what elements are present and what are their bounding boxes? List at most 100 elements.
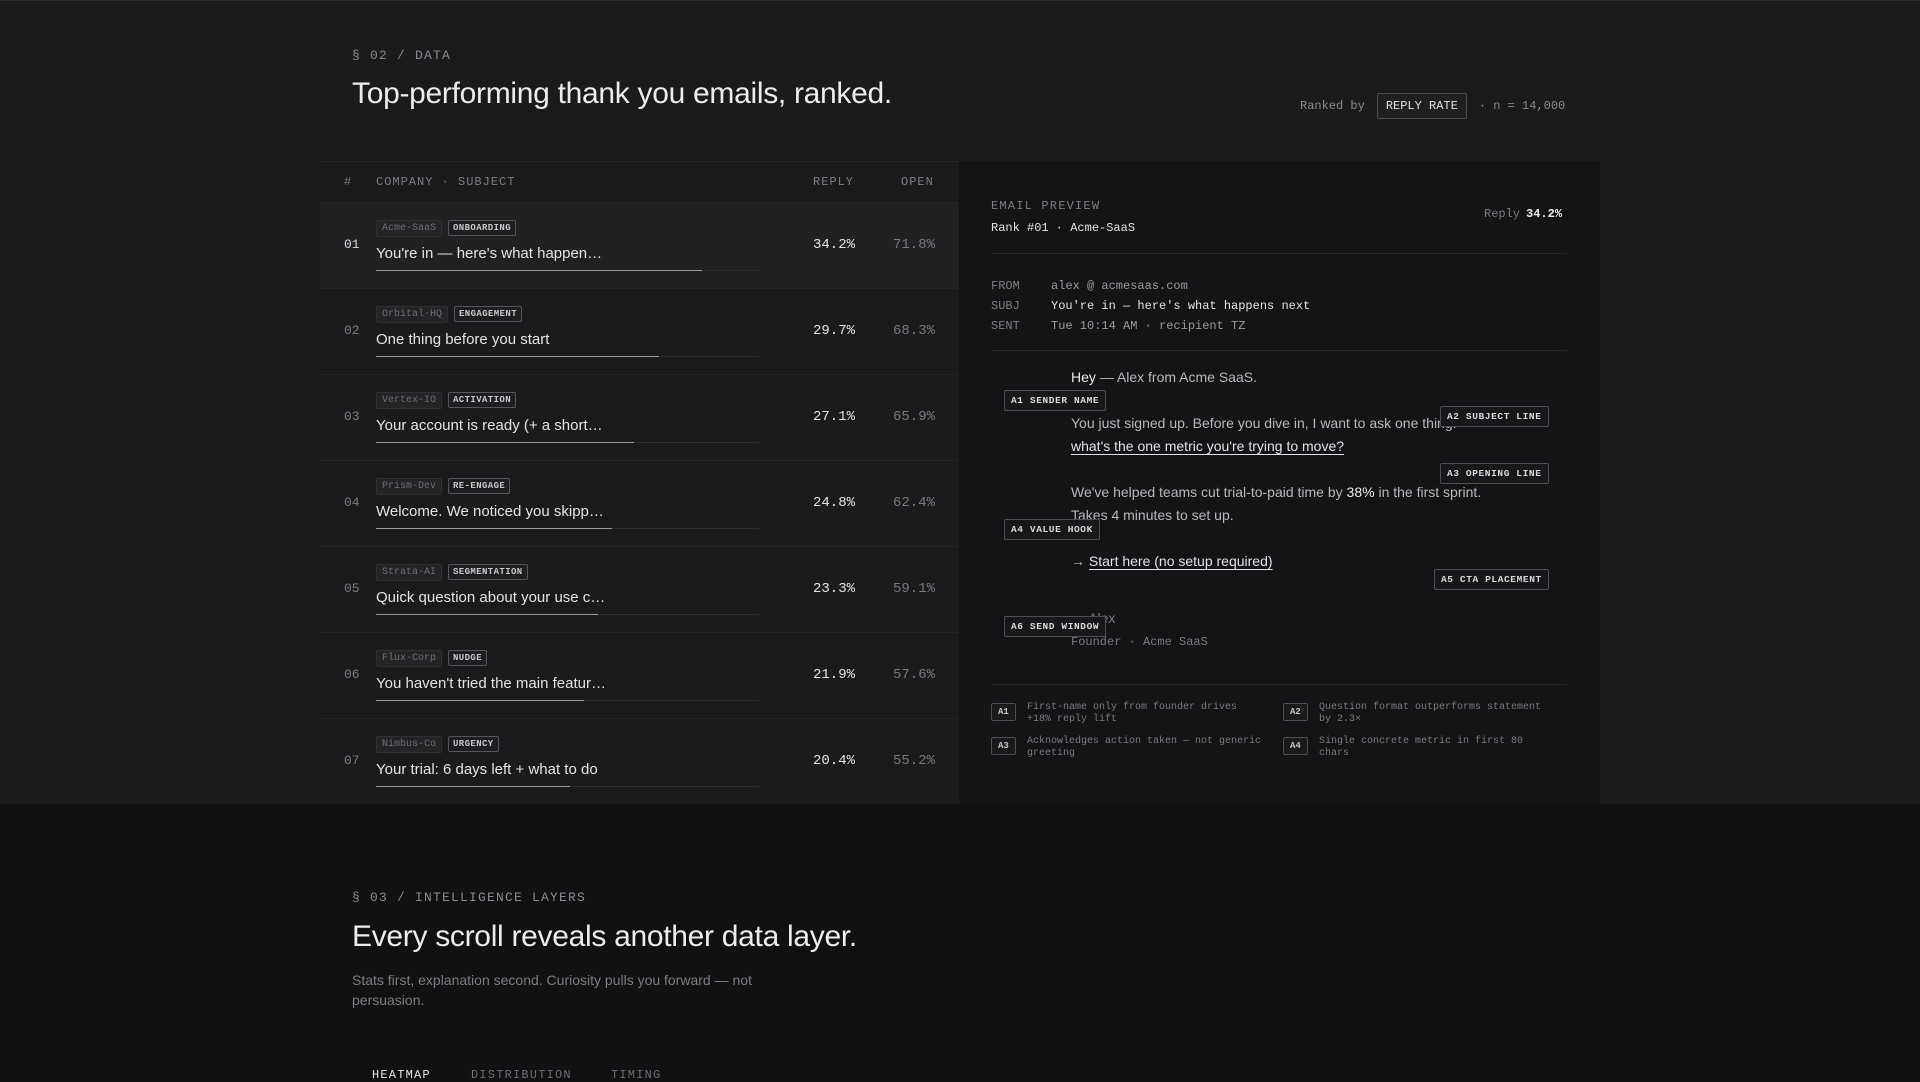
row-open-rate: 59.1% bbox=[893, 581, 936, 597]
reply-rate-bar bbox=[376, 700, 759, 701]
note-text: Question format outperforms statement by… bbox=[1319, 702, 1542, 725]
category-tag: ONBOARDING bbox=[448, 220, 517, 236]
row-rank: 03 bbox=[344, 409, 360, 424]
row-reply-rate: 21.9% bbox=[813, 667, 856, 683]
note-badge: A4 bbox=[1283, 737, 1308, 755]
annotation-a2[interactable]: A2 SUBJECT LINE bbox=[1440, 406, 1549, 427]
reply-rate-bar bbox=[376, 356, 759, 357]
reply-rate-bar-fill bbox=[376, 700, 585, 701]
row-open-rate: 55.2% bbox=[893, 753, 936, 769]
company-subject-header: COMPANY · SUBJECT bbox=[376, 175, 516, 189]
open-header[interactable]: OPEN bbox=[901, 175, 934, 189]
company-badge: Vertex-IO bbox=[376, 392, 443, 409]
sent-value: Tue 10:14 AM · recipient TZ bbox=[1051, 319, 1246, 333]
sent-label: SENT bbox=[991, 319, 1020, 333]
row-open-rate: 62.4% bbox=[893, 495, 936, 511]
company-badge: Strata-AI bbox=[376, 564, 443, 581]
category-tag: NUDGE bbox=[448, 650, 488, 666]
company-badge: Prism-Dev bbox=[376, 478, 443, 495]
company-badge: Flux-Corp bbox=[376, 650, 443, 667]
annotation-a6[interactable]: A6 SEND WINDOW bbox=[1004, 616, 1107, 637]
reply-rate-bar bbox=[376, 786, 759, 787]
section-eyebrow: § 02 / DATA bbox=[352, 48, 452, 63]
section-subtitle: Stats first, explanation second. Curiosi… bbox=[352, 972, 752, 1008]
table-row[interactable]: 03 Vertex-IO ACTIVATION Your account is rea… bbox=[320, 375, 959, 461]
divider bbox=[991, 350, 1567, 351]
row-open-rate: 57.6% bbox=[893, 667, 936, 683]
row-rank: 01 bbox=[344, 237, 360, 252]
intelligence-section: § 03 / INTELLIGENCE LAYERS Every scroll … bbox=[0, 804, 1920, 1082]
email-paragraph: You just signed up. Before you dive in, … bbox=[1071, 415, 1457, 431]
row-open-rate: 71.8% bbox=[893, 237, 936, 253]
row-rank: 07 bbox=[344, 753, 360, 768]
para2-end: in the first sprint. bbox=[1374, 484, 1482, 500]
note-badge: A1 bbox=[991, 703, 1016, 721]
table-row[interactable]: 01 Acme-SaaS ONBOARDING You're in — here's … bbox=[320, 203, 959, 289]
row-subject: You haven't tried the main featur… bbox=[376, 675, 606, 692]
annotation-a1[interactable]: A1 SENDER NAME bbox=[1004, 390, 1107, 411]
note-badge: A2 bbox=[1283, 703, 1308, 721]
preview-reply-value: 34.2% bbox=[1526, 207, 1563, 221]
email-preview-panel: EMAIL PREVIEW Rank #01 · Acme-SaaS Reply… bbox=[959, 161, 1600, 805]
reply-header[interactable]: REPLY bbox=[813, 175, 854, 189]
annotation-a3[interactable]: A3 OPENING LINE bbox=[1440, 463, 1549, 484]
divider bbox=[991, 253, 1567, 254]
divider bbox=[991, 684, 1567, 685]
arrow-icon: → bbox=[1071, 553, 1089, 569]
rank-header: # bbox=[344, 175, 353, 189]
table-body: 01 Acme-SaaS ONBOARDING You're in — here's … bbox=[320, 203, 959, 805]
preview-reply-label: Reply bbox=[1484, 207, 1521, 221]
email-paragraph: We've helped teams cut trial-to-paid tim… bbox=[1071, 481, 1481, 504]
row-reply-rate: 34.2% bbox=[813, 237, 856, 253]
value-highlight: 38% bbox=[1346, 484, 1375, 500]
table-row[interactable]: 06 Flux-Corp NUDGE You haven't tried the ma… bbox=[320, 633, 959, 719]
reply-rate-bar-fill bbox=[376, 528, 613, 529]
table-row[interactable]: 07 Nimbus-Co URGENCY Your trial: 6 days lef… bbox=[320, 719, 959, 805]
section-title: Every scroll reveals another data layer. bbox=[352, 920, 857, 953]
annotation-a4[interactable]: A4 VALUE HOOK bbox=[1004, 519, 1100, 540]
reply-rate-bar-fill bbox=[376, 786, 571, 787]
annotation-a5[interactable]: A5 CTA PLACEMENT bbox=[1434, 569, 1549, 590]
table-row[interactable]: 05 Strata-AI SEGMENTATION Quick question ab… bbox=[320, 547, 959, 633]
ranked-by-label: Ranked by bbox=[1300, 99, 1365, 113]
reply-rate-bar bbox=[376, 614, 759, 615]
category-tag: SEGMENTATION bbox=[448, 564, 528, 580]
table-row[interactable]: 04 Prism-Dev RE-ENGAGE Welcome. We noticed … bbox=[320, 461, 959, 547]
cta-link[interactable]: Start here (no setup required) bbox=[1089, 553, 1273, 569]
reply-rate-bar-fill bbox=[376, 614, 598, 615]
ranked-by-button[interactable]: REPLY RATE bbox=[1376, 93, 1467, 119]
email-cta: → Start here (no setup required) bbox=[1071, 550, 1273, 573]
reply-rate-bar bbox=[376, 442, 759, 443]
row-subject: Welcome. We noticed you skipp… bbox=[376, 503, 604, 520]
row-rank: 02 bbox=[344, 323, 360, 338]
sample-size: · n = 14,000 bbox=[1478, 99, 1566, 113]
question-link[interactable]: what's the one metric you're trying to m… bbox=[1071, 438, 1344, 454]
row-reply-rate: 23.3% bbox=[813, 581, 856, 597]
subject-value: You're in — here's what happens next bbox=[1051, 299, 1311, 313]
reply-rate-bar-fill bbox=[376, 442, 634, 443]
reply-rate-bar bbox=[376, 528, 759, 529]
table-header: # COMPANY · SUBJECT REPLY OPEN bbox=[320, 162, 959, 203]
company-badge: Acme-SaaS bbox=[376, 220, 443, 237]
category-tag: ACTIVATION bbox=[448, 392, 517, 408]
category-tag: ENGAGEMENT bbox=[454, 306, 523, 322]
para2-start: We've helped teams cut trial-to-paid tim… bbox=[1071, 484, 1347, 500]
row-subject: Quick question about your use c… bbox=[376, 589, 606, 606]
greeting-rest: — Alex from Acme SaaS. bbox=[1095, 369, 1257, 385]
row-subject: Your account is ready (+ a short… bbox=[376, 417, 603, 434]
note-badge: A3 bbox=[991, 737, 1016, 755]
note-text: Single concrete metric in first 80 chars bbox=[1319, 736, 1524, 759]
row-subject: Your trial: 6 days left + what to do bbox=[376, 761, 598, 778]
row-reply-rate: 20.4% bbox=[813, 753, 856, 769]
row-reply-rate: 24.8% bbox=[813, 495, 856, 511]
from-value: alex @ acmesaas.com bbox=[1051, 279, 1188, 293]
company-badge: Orbital-HQ bbox=[376, 306, 449, 323]
row-subject: You're in — here's what happen… bbox=[376, 245, 603, 262]
company-badge: Nimbus-Co bbox=[376, 736, 443, 753]
section-eyebrow: § 03 / INTELLIGENCE LAYERS bbox=[352, 890, 587, 905]
preview-rank: Rank #01 · Acme-SaaS bbox=[991, 221, 1136, 235]
row-rank: 06 bbox=[344, 667, 360, 682]
note-text: First-name only from founder drives +18%… bbox=[1027, 702, 1238, 725]
greeting-hey: Hey bbox=[1071, 369, 1096, 385]
table-row[interactable]: 02 Orbital-HQ ENGAGEMENT One thing before y… bbox=[320, 289, 959, 375]
